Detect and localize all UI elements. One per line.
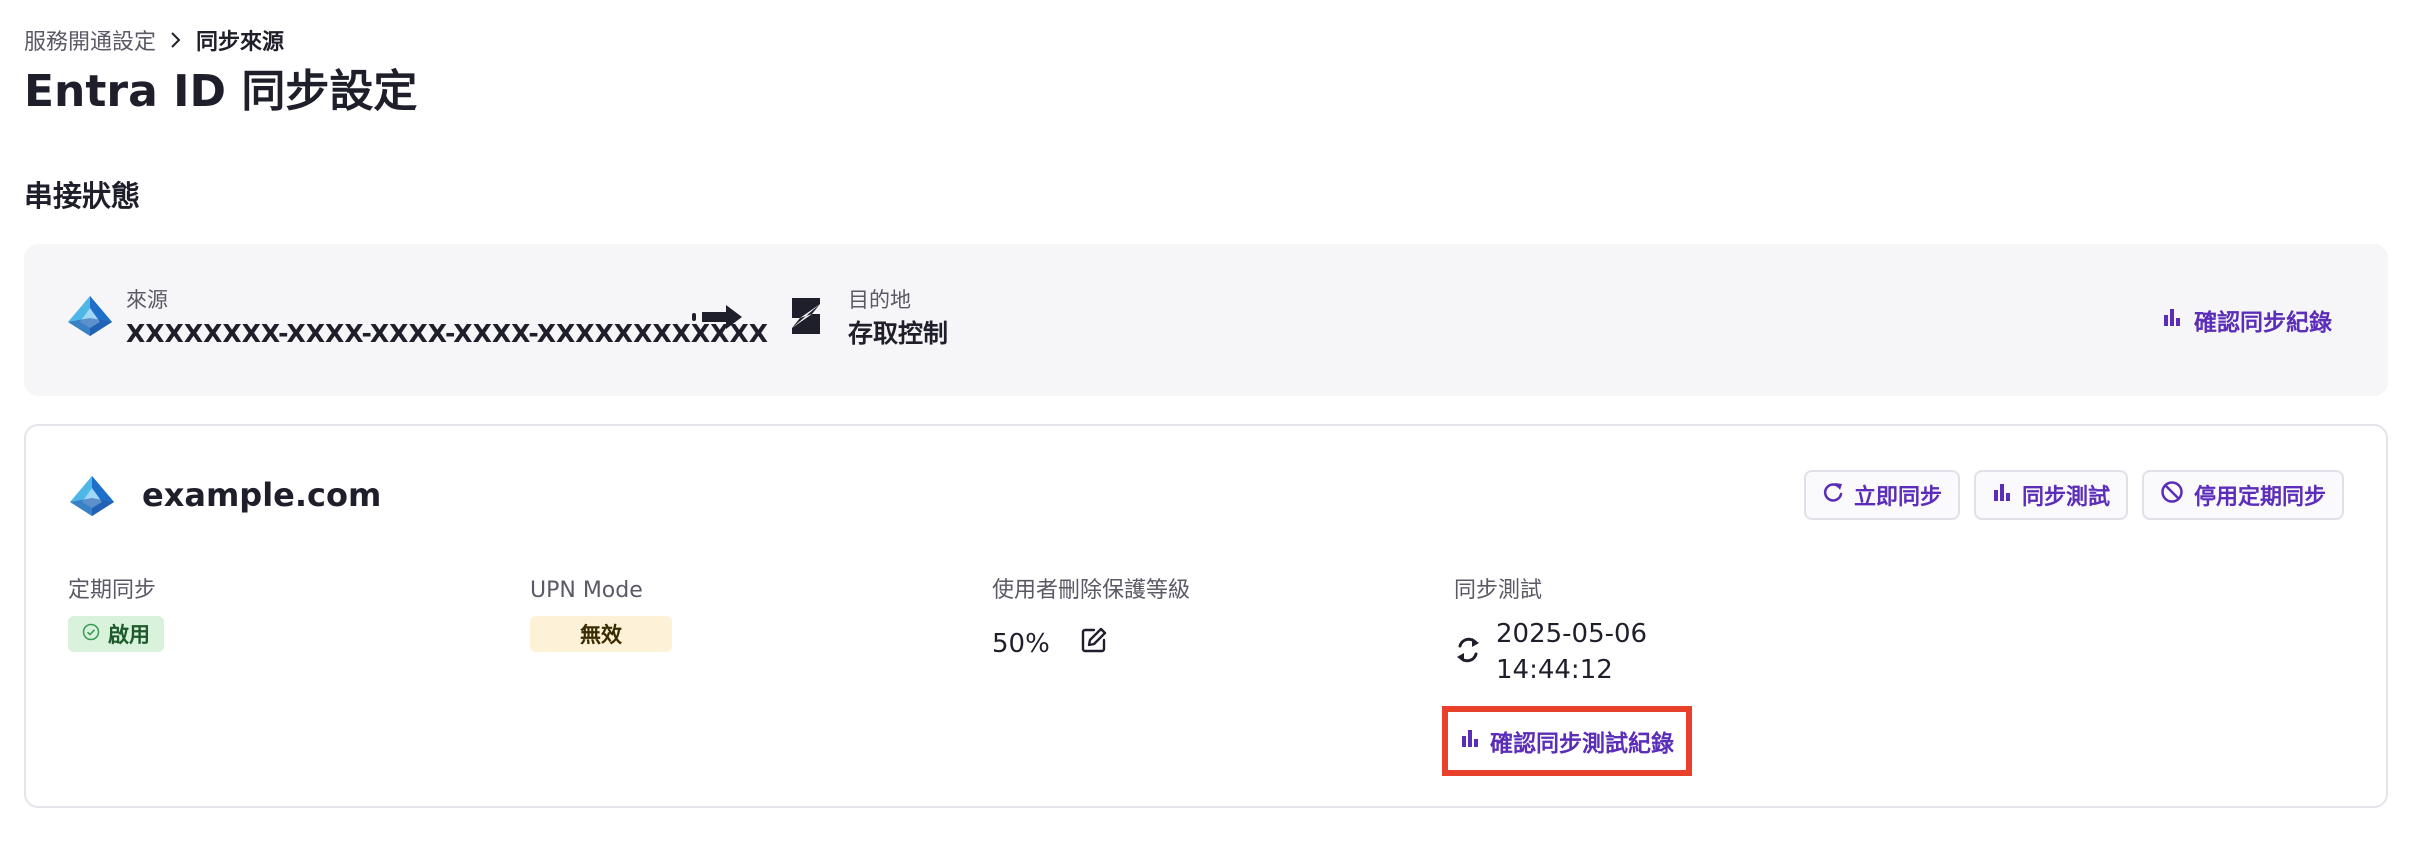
delete-protection-row: 50% <box>992 626 1190 661</box>
refresh-icon <box>1822 481 1844 509</box>
sync-test-result: 2025-05-06 14:44:12 <box>1454 616 1647 688</box>
arrow-right-icon <box>692 302 746 332</box>
block-icon <box>2160 480 2184 510</box>
sync-test-time: 14:44:12 <box>1496 655 1613 685</box>
chevron-right-icon <box>170 31 182 49</box>
domain-name: example.com <box>142 476 382 514</box>
view-sync-test-history-label: 確認同步測試紀錄 <box>1490 731 1674 757</box>
connection-source: 來源 XXXXXXXX-XXXX-XXXX-XXXX-XXXXXXXXXXXX <box>126 286 768 352</box>
sync-test-button[interactable]: 同步測試 <box>1973 470 2128 520</box>
connection-card: 來源 XXXXXXXX-XXXX-XXXX-XXXX-XXXXXXXXXXXX … <box>24 244 2388 396</box>
entra-id-logo-icon <box>68 474 116 518</box>
view-sync-test-history-button[interactable]: 確認同步測試紀錄 <box>1442 706 1692 776</box>
field-upn-mode: UPN Mode 無效 <box>530 576 672 652</box>
page: 服務開通設定 同步來源 Entra ID 同步設定 串接狀態 來源 XXXXXX… <box>0 0 2416 848</box>
domain-card: example.com 立即同步 同步測試 停用定期同步 定期同步 啟用 UPN… <box>24 424 2388 808</box>
status-badge-enabled: 啟用 <box>68 616 164 652</box>
status-badge-label: 無效 <box>580 623 622 647</box>
check-circle-icon <box>82 622 100 646</box>
entra-id-logo-icon <box>66 294 114 338</box>
bar-chart-icon <box>1992 482 2012 508</box>
breadcrumb-current: 同步來源 <box>196 30 285 55</box>
connection-destination: 目的地 存取控制 <box>848 286 948 352</box>
destination-label: 目的地 <box>848 288 911 312</box>
sync-test-date: 2025-05-06 <box>1496 619 1648 649</box>
bar-chart-icon <box>1460 728 1480 754</box>
disable-scheduled-sync-label: 停用定期同步 <box>2193 485 2326 510</box>
section-title: 串接狀態 <box>24 179 141 213</box>
page-title: Entra ID 同步設定 <box>24 66 418 117</box>
disable-scheduled-sync-button[interactable]: 停用定期同步 <box>2141 470 2344 520</box>
breadcrumb: 服務開通設定 同步來源 <box>24 24 284 56</box>
source-label: 來源 <box>126 288 168 312</box>
access-control-logo-icon <box>786 294 826 338</box>
source-value: XXXXXXXX-XXXX-XXXX-XXXX-XXXXXXXXXXXX <box>126 319 768 348</box>
view-sync-history-button[interactable]: 確認同步紀錄 <box>2162 300 2332 340</box>
domain-actions: 立即同步 同步測試 停用定期同步 <box>1803 470 2344 520</box>
breadcrumb-parent-link[interactable]: 服務開通設定 <box>24 24 156 56</box>
sync-test-field-label: 同步測試 <box>1454 578 1543 603</box>
destination-value: 存取控制 <box>848 319 949 348</box>
view-sync-history-label: 確認同步紀錄 <box>2194 310 2332 336</box>
sync-test-timestamp: 2025-05-06 14:44:12 <box>1496 616 1647 688</box>
sync-now-label: 立即同步 <box>1853 485 1942 510</box>
upn-mode-label: UPN Mode <box>530 578 643 603</box>
scheduled-sync-label: 定期同步 <box>68 578 157 603</box>
field-scheduled-sync: 定期同步 啟用 <box>68 576 164 652</box>
bar-chart-icon <box>2162 307 2182 333</box>
status-badge-label: 啟用 <box>108 623 150 647</box>
field-sync-test: 同步測試 2025-05-06 14:44:12 <box>1454 576 1647 688</box>
field-delete-protection: 使用者刪除保護等級 50% <box>992 576 1190 661</box>
sync-test-label: 同步測試 <box>2021 485 2110 510</box>
delete-protection-label: 使用者刪除保護等級 <box>992 578 1191 603</box>
edit-icon[interactable] <box>1080 626 1108 661</box>
delete-protection-value: 50% <box>992 628 1050 659</box>
status-badge-invalid: 無效 <box>530 616 672 652</box>
sync-now-button[interactable]: 立即同步 <box>1803 470 1960 520</box>
sync-icon <box>1454 633 1482 671</box>
